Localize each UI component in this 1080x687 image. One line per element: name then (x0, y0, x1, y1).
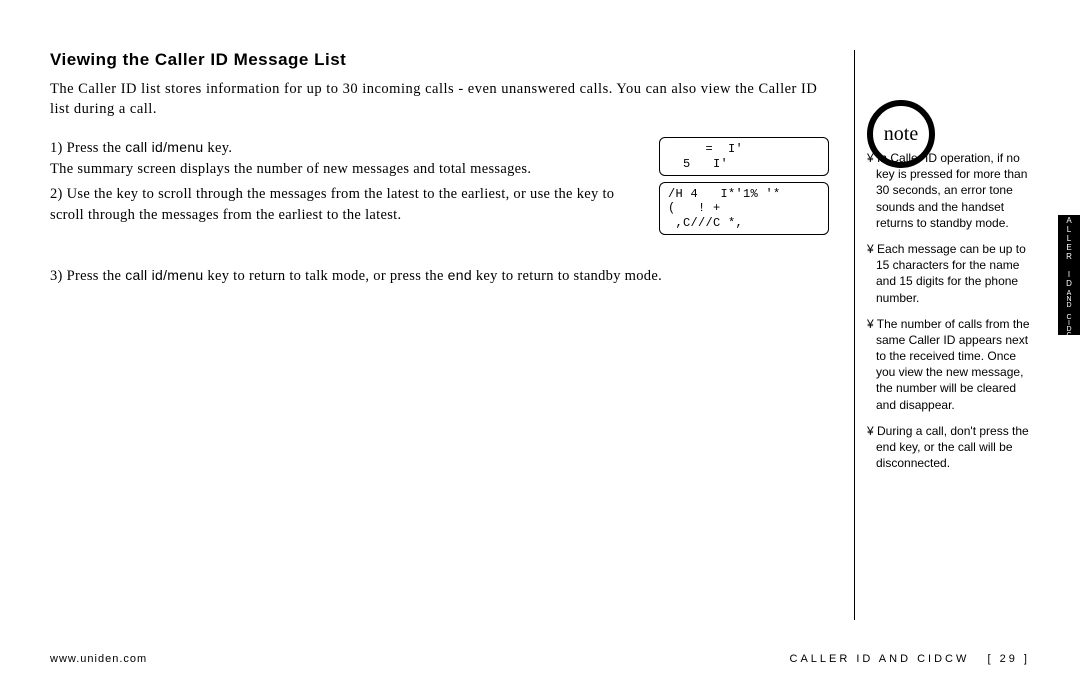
step-1-text-c: The summary screen displays the number o… (50, 161, 531, 177)
note-circle-icon: note (867, 100, 935, 168)
page-footer: www.uniden.com CALLER ID AND CIDCW [ 29 … (50, 653, 1030, 665)
step-3-text-c: key to return to standby mode. (472, 268, 662, 284)
step-1-text-a: 1) Press the (50, 140, 125, 156)
key-end: end (448, 267, 472, 283)
note-item-2: Each message can be up to 15 characters … (867, 241, 1030, 306)
main-content: Viewing the Caller ID Message List The C… (50, 50, 855, 620)
step-2-text: 2) Use the key to scroll through the mes… (50, 184, 644, 226)
step-3-text-a: 3) Press the (50, 268, 125, 284)
step-1: 1) Press the call id/menu key. The summa… (50, 137, 829, 235)
note-bullets: In Caller ID operation, if no key is pre… (867, 150, 1030, 471)
note-item-3: The number of calls from the same Caller… (867, 316, 1030, 413)
tab-line-2: AND CIDCW (1066, 290, 1073, 344)
note-item-4: During a call, don't press the end key, … (867, 423, 1030, 472)
tab-line-1: CALLER ID (1065, 207, 1074, 288)
key-call-id-menu: call id/menu (125, 139, 203, 155)
lcd-screen-2: /H 4 I*'1% '* ( ! + ,C///C *, (659, 182, 829, 235)
step-list: 1) Press the call id/menu key. The summa… (50, 137, 829, 287)
step-3-text-b: key to return to talk mode, or press the (204, 268, 448, 284)
intro-paragraph: The Caller ID list stores information fo… (50, 80, 829, 119)
key-end-2: end (876, 440, 896, 454)
footer-page-number: [ 29 ] (988, 653, 1030, 665)
lcd-screen-1: = I' 5 I' (659, 137, 829, 176)
step-3: 3) Press the call id/menu key to return … (50, 265, 829, 287)
footer-url: www.uniden.com (50, 653, 147, 665)
note-label: note (884, 121, 918, 148)
key-call-id-menu-2: call id/menu (125, 267, 203, 283)
footer-section: CALLER ID AND CIDCW (790, 653, 970, 665)
step-1-text-b: key. (204, 140, 233, 156)
note-sidebar: note In Caller ID operation, if no key i… (855, 50, 1030, 620)
page-title: Viewing the Caller ID Message List (50, 50, 829, 70)
section-tab: CALLER ID AND CIDCW (1058, 215, 1080, 335)
